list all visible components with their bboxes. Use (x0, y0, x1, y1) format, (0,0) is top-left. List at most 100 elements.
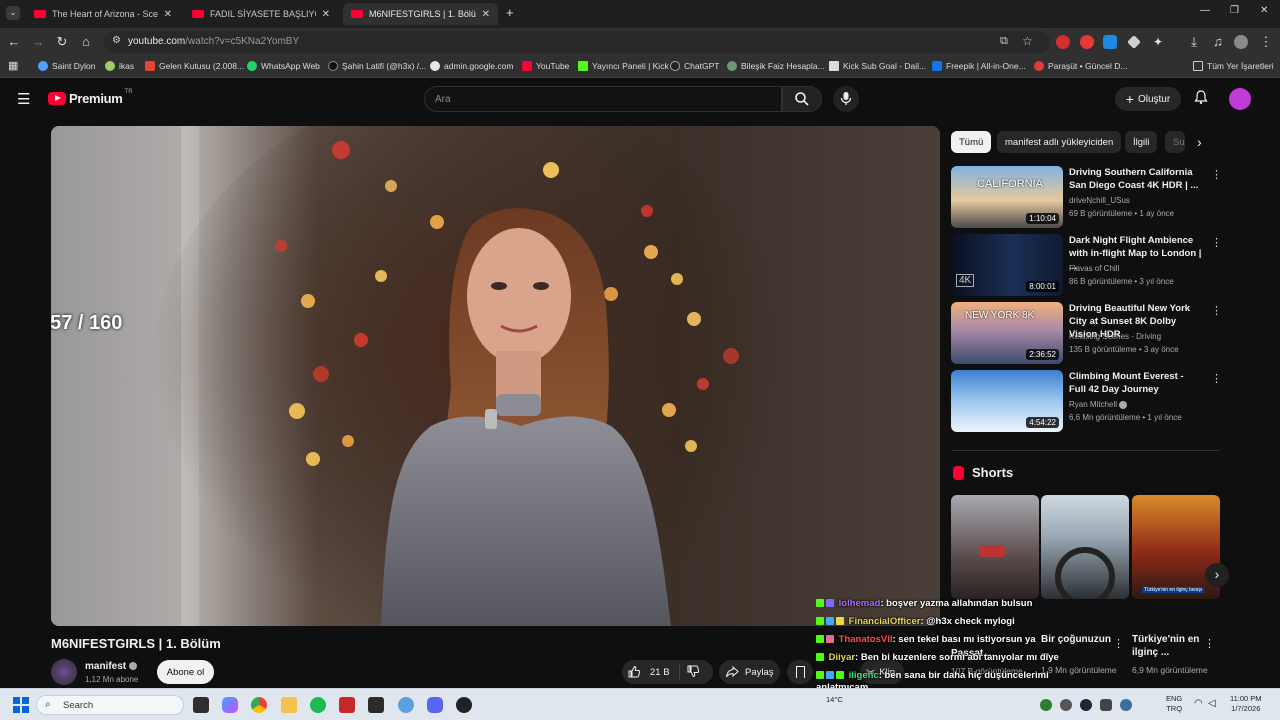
bookmark-star-icon[interactable]: ☆ (1022, 34, 1033, 48)
chip-all[interactable]: Tümü (951, 131, 992, 153)
chips-next-chevron-icon[interactable]: › (1197, 134, 1202, 150)
all-bookmarks[interactable]: Tüm Yer İşaretleri (1193, 61, 1274, 71)
video-thumbnail[interactable]: NEW YORK 8K 2:36:52 (951, 302, 1063, 364)
weather-widget[interactable]: 14°C (826, 695, 843, 705)
channel-name-main[interactable]: manifest (85, 661, 137, 672)
obs-icon[interactable] (456, 697, 472, 713)
bookmark-youtube[interactable]: YouTube (522, 61, 569, 71)
channel-name[interactable]: driveNchill_USus (1069, 196, 1130, 205)
home-icon[interactable]: ⌂ (78, 34, 94, 50)
short-more-options-icon[interactable]: ⋮ (1204, 637, 1215, 650)
video-thumbnail[interactable]: 4K 8:00:01 (951, 234, 1063, 296)
restore-icon[interactable]: ❐ (1230, 5, 1239, 16)
extension-translate-icon[interactable] (1103, 35, 1117, 49)
address-bar[interactable]: ⚙ youtube.com/watch?v=c5KNa2YomBY ⧉ ☆ (104, 31, 1050, 53)
task-view-icon[interactable] (193, 697, 209, 713)
bookmark-x-profile[interactable]: Şahin Latifi (@h3x) /... (328, 61, 426, 71)
install-app-icon[interactable]: ⧉ (1000, 35, 1008, 48)
create-button[interactable]: + Oluştur (1115, 87, 1181, 111)
recommendation-item[interactable]: NEW YORK 8K 2:36:52 Driving Beautiful Ne… (951, 302, 1222, 364)
notifications-bell-icon[interactable] (1193, 89, 1209, 105)
extension-diamond-icon[interactable] (1127, 35, 1141, 49)
bookmark-kick-sub-goal[interactable]: Kick Sub Goal - Dail... (829, 61, 926, 71)
minimize-icon[interactable]: — (1200, 5, 1210, 16)
recommendation-item[interactable]: 4:54:22 Climbing Mount Everest - Full 42… (951, 370, 1222, 432)
search-input[interactable]: Ara (424, 86, 782, 112)
video-title[interactable]: Climbing Mount Everest - Full 42 Day Jou… (1069, 370, 1203, 396)
short-thumbnail[interactable]: Türkiye'nin en ilginç lavaşı (1132, 495, 1220, 599)
download-icon[interactable]: ⤓ (1186, 34, 1202, 50)
short-thumbnail[interactable] (1041, 495, 1129, 599)
recommendation-item[interactable]: CALIFORNIA 1:10:04 Driving Southern Cali… (951, 166, 1222, 228)
channel-avatar[interactable] (51, 659, 77, 685)
network-app-icon[interactable] (398, 697, 414, 713)
extension-red-icon[interactable] (1056, 35, 1070, 49)
clock[interactable]: 11:00 PM 1/7/2026 (1230, 694, 1262, 714)
site-info-icon[interactable]: ⚙ (112, 35, 121, 46)
bookmark-parasut[interactable]: Paraşüt • Güncel D... (1034, 61, 1128, 71)
profile-avatar[interactable] (1234, 35, 1248, 49)
video-player[interactable]: 157 / 160 (51, 126, 940, 626)
xbox-icon[interactable] (368, 697, 384, 713)
chip-more[interactable]: Su (1165, 131, 1185, 153)
chip-related[interactable]: İlgili (1125, 131, 1158, 153)
volume-icon[interactable]: ◁ (1208, 698, 1216, 709)
bookmark-kick-panel[interactable]: Yayıncı Paneli | Kick (578, 61, 669, 71)
bookmark-gmail[interactable]: Gelen Kutusu (2.008... (145, 61, 244, 71)
extension-pin-icon[interactable] (1080, 35, 1094, 49)
channel-name[interactable]: Ryan Mitchell (1069, 400, 1128, 409)
short-title[interactable]: Türkiye'nin en ilginç ... (1132, 633, 1202, 659)
bookmark-whatsapp[interactable]: WhatsApp Web (247, 61, 320, 71)
short-thumbnail[interactable] (951, 495, 1039, 599)
steam-icon[interactable] (1080, 699, 1092, 711)
tab-search-button[interactable]: ⌄ (6, 6, 20, 20)
menu-kebab-icon[interactable]: ⋮ (1258, 34, 1274, 50)
tray-app-icon[interactable] (1120, 699, 1132, 711)
bookmark-faiz[interactable]: Bileşik Faiz Hesapla... (727, 61, 825, 71)
reload-icon[interactable]: ↻ (54, 34, 70, 50)
more-options-icon[interactable]: ⋮ (1211, 372, 1222, 385)
like-button[interactable]: 21 B (622, 664, 680, 680)
search-button[interactable] (782, 86, 822, 112)
dislike-button[interactable] (680, 664, 700, 681)
wifi-icon[interactable]: ◠ (1194, 698, 1203, 709)
back-icon[interactable]: ← (6, 34, 22, 50)
extensions-puzzle-icon[interactable]: ✦ (1150, 34, 1166, 50)
channel-name[interactable]: Relaxing Scenes - Driving (1069, 332, 1161, 341)
language-indicator[interactable]: ENG TRQ (1166, 694, 1182, 714)
video-thumbnail[interactable]: CALIFORNIA 1:10:04 (951, 166, 1063, 228)
media-control-icon[interactable]: ♫ (1210, 34, 1226, 50)
shorts-next-button[interactable]: › (1205, 563, 1229, 587)
share-button[interactable]: Paylaş (719, 660, 780, 684)
spotify-icon[interactable] (310, 697, 326, 713)
windows-start-icon[interactable] (13, 697, 29, 713)
hamburger-menu-icon[interactable]: ☰ (17, 90, 30, 108)
tab-fadil[interactable]: FADIL SİYASETE BAŞLIYOR ! YE ✕ (184, 3, 338, 25)
close-tab-icon[interactable]: ✕ (164, 9, 172, 20)
channel-name[interactable]: Flavas of Chill (1069, 264, 1119, 273)
tab-arizona[interactable]: The Heart of Arizona - Scenic D ✕ (26, 3, 180, 25)
video-title[interactable]: Driving Southern California San Diego Co… (1069, 166, 1203, 192)
close-window-icon[interactable]: ✕ (1260, 5, 1268, 16)
video-thumbnail[interactable]: 4:54:22 (951, 370, 1063, 432)
bookmark-freepik[interactable]: Freepik | All-in-One... (932, 61, 1026, 71)
recommendation-item[interactable]: 4K 8:00:01 Dark Night Flight Ambience wi… (951, 234, 1222, 296)
short-more-options-icon[interactable]: ⋮ (1113, 637, 1124, 650)
bookmark-ikas[interactable]: ikas (105, 61, 134, 71)
tab-m6nifestgirls[interactable]: M6NIFESTGIRLS | 1. Bölüm - Yo ✕ (343, 3, 498, 25)
subscribe-button[interactable]: Abone ol (157, 660, 214, 684)
voice-search-button[interactable] (833, 86, 859, 112)
youtube-logo[interactable]: Premium TR (48, 89, 133, 106)
bookmark-chatgpt[interactable]: ChatGPT (670, 61, 719, 71)
account-avatar[interactable] (1229, 88, 1251, 110)
close-tab-icon[interactable]: ✕ (322, 9, 330, 20)
file-explorer-icon[interactable] (281, 697, 297, 713)
taskbar-search[interactable]: ⌕ Search (36, 695, 184, 715)
discord-icon[interactable] (427, 697, 443, 713)
tray-app-icon[interactable] (1060, 699, 1072, 711)
apps-grid-icon[interactable]: ▦ (8, 59, 18, 72)
more-options-icon[interactable]: ⋮ (1211, 236, 1222, 249)
copilot-icon[interactable] (222, 697, 238, 713)
media-app-icon[interactable] (339, 697, 355, 713)
bookmark-saint-dylon[interactable]: Saint Dylon (38, 61, 95, 71)
